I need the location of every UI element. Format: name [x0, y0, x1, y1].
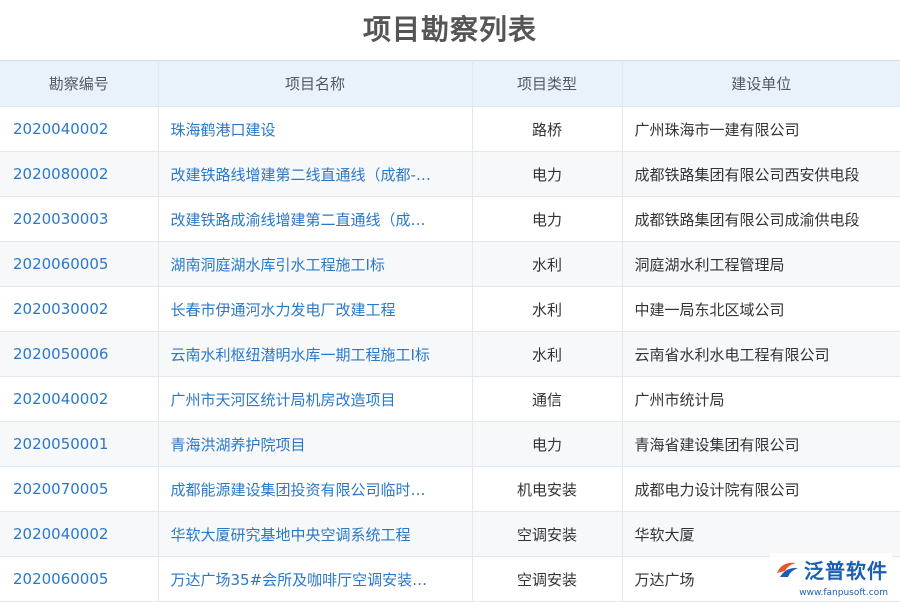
table-row[interactable]: 2020030002长春市伊通河水力发电厂改建工程水利中建一局东北区域公司 [0, 287, 900, 332]
column-header-survey-id[interactable]: 勘察编号 [0, 61, 158, 107]
cell-project-name[interactable]: 珠海鹤港口建设 [158, 107, 472, 152]
cell-survey-id[interactable]: 2020030003 [0, 197, 158, 242]
column-header-project-name[interactable]: 项目名称 [158, 61, 472, 107]
cell-construction-unit: 广州珠海市一建有限公司 [622, 107, 900, 152]
table-row[interactable]: 2020050001青海洪湖养护院项目电力青海省建设集团有限公司 [0, 422, 900, 467]
survey-table: 勘察编号 项目名称 项目类型 建设单位 2020040002珠海鹤港口建设路桥广… [0, 60, 900, 602]
cell-project-name[interactable]: 湖南洞庭湖水库引水工程施工Ⅰ标 [158, 242, 472, 287]
brand-url: www.fanpusoft.com [799, 588, 888, 598]
cell-project-type: 空调安装 [472, 512, 622, 557]
cell-project-type: 空调安装 [472, 557, 622, 602]
cell-project-type: 通信 [472, 377, 622, 422]
cell-project-name[interactable]: 长春市伊通河水力发电厂改建工程 [158, 287, 472, 332]
cell-project-name[interactable]: 改建铁路成渝线增建第二直通线（成… [158, 197, 472, 242]
cell-project-type: 电力 [472, 422, 622, 467]
brand-watermark: 泛普软件 [770, 553, 892, 586]
cell-survey-id[interactable]: 2020060005 [0, 557, 158, 602]
table-row[interactable]: 2020070005成都能源建设集团投资有限公司临时…机电安装成都电力设计院有限… [0, 467, 900, 512]
cell-project-type: 水利 [472, 287, 622, 332]
cell-project-type: 路桥 [472, 107, 622, 152]
fanpu-logo-icon [774, 559, 800, 581]
table-header-row: 勘察编号 项目名称 项目类型 建设单位 [0, 61, 900, 107]
cell-project-name[interactable]: 华软大厦研究基地中央空调系统工程 [158, 512, 472, 557]
cell-survey-id[interactable]: 2020040002 [0, 512, 158, 557]
brand-name: 泛普软件 [804, 555, 888, 584]
cell-project-type: 水利 [472, 332, 622, 377]
cell-project-name[interactable]: 成都能源建设集团投资有限公司临时… [158, 467, 472, 512]
cell-construction-unit: 成都铁路集团有限公司成渝供电段 [622, 197, 900, 242]
cell-project-name[interactable]: 万达广场35#会所及咖啡厅空调安装… [158, 557, 472, 602]
cell-construction-unit: 洞庭湖水利工程管理局 [622, 242, 900, 287]
table-row[interactable]: 2020040002广州市天河区统计局机房改造项目通信广州市统计局 [0, 377, 900, 422]
cell-survey-id[interactable]: 2020080002 [0, 152, 158, 197]
page-title: 项目勘察列表 [0, 0, 900, 60]
cell-construction-unit: 华软大厦 [622, 512, 900, 557]
cell-survey-id[interactable]: 2020070005 [0, 467, 158, 512]
table-row[interactable]: 2020060005万达广场35#会所及咖啡厅空调安装…空调安装万达广场 [0, 557, 900, 602]
cell-survey-id[interactable]: 2020050001 [0, 422, 158, 467]
table-row[interactable]: 2020040002华软大厦研究基地中央空调系统工程空调安装华软大厦 [0, 512, 900, 557]
cell-project-name[interactable]: 改建铁路线增建第二线直通线（成都-… [158, 152, 472, 197]
table-row[interactable]: 2020040002珠海鹤港口建设路桥广州珠海市一建有限公司 [0, 107, 900, 152]
cell-project-name[interactable]: 广州市天河区统计局机房改造项目 [158, 377, 472, 422]
table-row[interactable]: 2020050006云南水利枢纽潜明水库一期工程施工Ⅰ标水利云南省水利水电工程有… [0, 332, 900, 377]
cell-survey-id[interactable]: 2020040002 [0, 377, 158, 422]
cell-construction-unit: 广州市统计局 [622, 377, 900, 422]
column-header-project-type[interactable]: 项目类型 [472, 61, 622, 107]
cell-survey-id[interactable]: 2020030002 [0, 287, 158, 332]
cell-project-name[interactable]: 青海洪湖养护院项目 [158, 422, 472, 467]
column-header-construction-unit[interactable]: 建设单位 [622, 61, 900, 107]
cell-project-type: 机电安装 [472, 467, 622, 512]
cell-construction-unit: 成都电力设计院有限公司 [622, 467, 900, 512]
table-row[interactable]: 2020030003改建铁路成渝线增建第二直通线（成…电力成都铁路集团有限公司成… [0, 197, 900, 242]
table-row[interactable]: 2020060005湖南洞庭湖水库引水工程施工Ⅰ标水利洞庭湖水利工程管理局 [0, 242, 900, 287]
cell-construction-unit: 青海省建设集团有限公司 [622, 422, 900, 467]
cell-survey-id[interactable]: 2020040002 [0, 107, 158, 152]
cell-project-type: 电力 [472, 197, 622, 242]
cell-project-type: 水利 [472, 242, 622, 287]
cell-construction-unit: 云南省水利水电工程有限公司 [622, 332, 900, 377]
cell-project-name[interactable]: 云南水利枢纽潜明水库一期工程施工Ⅰ标 [158, 332, 472, 377]
cell-survey-id[interactable]: 2020060005 [0, 242, 158, 287]
table-row[interactable]: 2020080002改建铁路线增建第二线直通线（成都-…电力成都铁路集团有限公司… [0, 152, 900, 197]
cell-project-type: 电力 [472, 152, 622, 197]
cell-construction-unit: 成都铁路集团有限公司西安供电段 [622, 152, 900, 197]
cell-construction-unit: 中建一局东北区域公司 [622, 287, 900, 332]
cell-survey-id[interactable]: 2020050006 [0, 332, 158, 377]
